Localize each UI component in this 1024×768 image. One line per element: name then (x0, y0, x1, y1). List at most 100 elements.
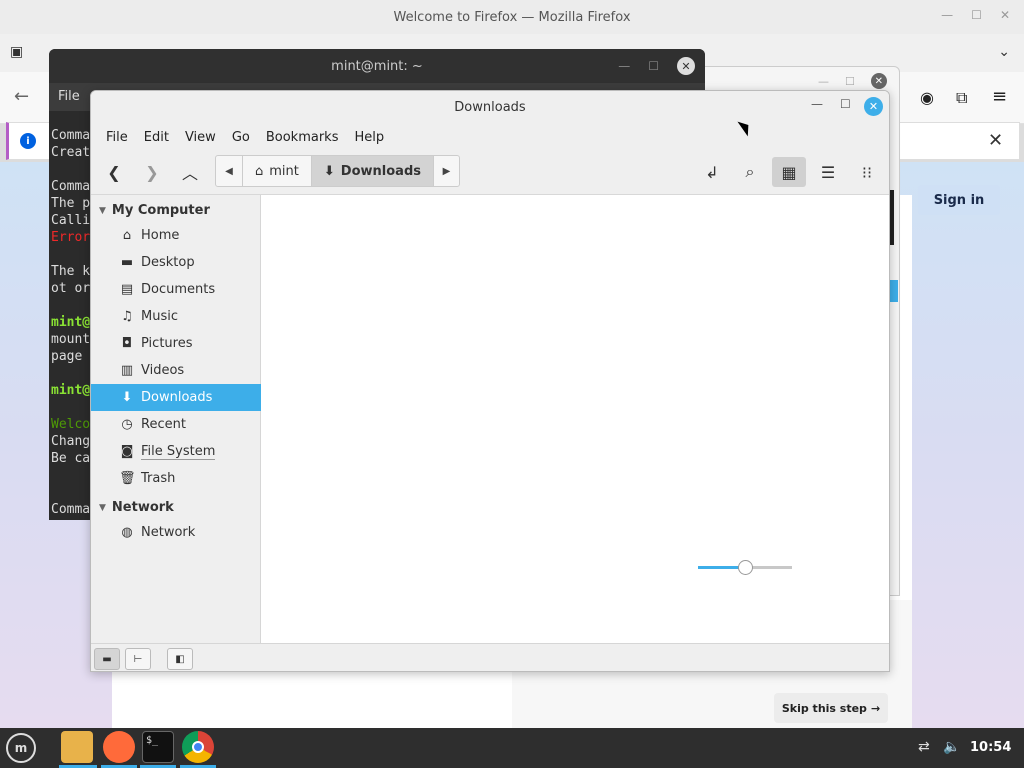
forward-button[interactable]: ❯ (135, 157, 169, 187)
sidebar-item-documents[interactable]: ▤ Documents (91, 276, 261, 303)
trash-icon: 🗑 (119, 471, 136, 486)
maximize-icon[interactable]: ☐ (971, 8, 982, 22)
firefox-window-title: Welcome to Firefox — Mozilla Firefox (393, 9, 631, 25)
terminal-title: mint@mint: ~ (331, 58, 423, 74)
menu-edit[interactable]: Edit (136, 130, 177, 145)
breadcrumb-downloads[interactable]: ⬇ Downloads (310, 156, 433, 186)
show-places-button[interactable]: ▬ (94, 648, 120, 670)
terminal-output: Comma Creat Comma The p Calli Error The k ot … (51, 127, 90, 518)
toggle-location-button[interactable]: ↲ (695, 157, 729, 187)
files-taskbar-icon[interactable] (61, 731, 93, 763)
menubar: File Edit View Go Bookmarks Help (91, 123, 889, 151)
menu-file[interactable]: File (98, 130, 136, 145)
network-disconnected-icon[interactable]: ⇄ (918, 739, 930, 755)
sidebar-item-label: Videos (141, 363, 185, 378)
sidebar-item-label: Recent (141, 417, 186, 432)
terminal-line: mint@ (51, 383, 91, 398)
sidebar-item-music[interactable]: ♫ Music (91, 303, 261, 330)
tab-overview-icon[interactable]: ▣ (10, 44, 32, 66)
terminal-line: Comma (51, 502, 91, 517)
minimize-icon[interactable]: — (811, 97, 823, 111)
terminal-line: Chang (51, 434, 91, 449)
minimize-icon[interactable]: — (618, 59, 630, 73)
back-arrow-icon[interactable]: ← (14, 86, 29, 107)
menu-bookmarks[interactable]: Bookmarks (258, 130, 347, 145)
hide-sidebar-button[interactable]: ◧ (167, 648, 193, 670)
zoom-slider-handle[interactable] (738, 560, 753, 575)
triangle-down-icon: ▼ (99, 502, 106, 513)
compact-view-button[interactable]: ⁝⁝ (850, 157, 884, 187)
tree-icon: ⊢ (133, 653, 143, 665)
close-icon[interactable]: ✕ (870, 73, 887, 89)
skip-step-button[interactable]: Skip this step → (774, 693, 888, 723)
sidebar-item-desktop[interactable]: ▬ Desktop (91, 249, 261, 276)
search-button[interactable]: ⌕ (733, 157, 767, 187)
file-manager-window: Downloads — ☐ ✕ File Edit View Go Bookma… (90, 90, 890, 672)
chevron-right-icon: ❯ (145, 162, 159, 182)
window-title: Downloads (454, 99, 526, 115)
chromium-center-icon (192, 741, 204, 753)
terminal-line: The p (51, 196, 91, 211)
terminal-line: mount (51, 332, 91, 347)
terminal-line: Welco (51, 417, 91, 432)
menu-go[interactable]: Go (224, 130, 258, 145)
sidebar-item-videos[interactable]: ▥ Videos (91, 357, 261, 384)
info-icon: i (20, 133, 36, 149)
breadcrumb-left-arrow[interactable]: ◀ (216, 156, 242, 186)
sidebar-item-recent[interactable]: ◷ Recent (91, 411, 261, 438)
sidebar-item-file-system[interactable]: ◙ File System (91, 438, 261, 465)
breadcrumb-label: mint (269, 163, 299, 179)
maximize-icon[interactable]: ☐ (845, 75, 855, 88)
file-view[interactable] (261, 195, 889, 643)
terminal-taskbar-icon[interactable]: $_ (142, 731, 174, 763)
close-icon[interactable]: ✕ (864, 97, 883, 116)
arrow-right-icon: → (870, 701, 881, 715)
terminal-line: mint@ (51, 315, 91, 330)
folder-icon: ▬ (102, 653, 112, 665)
volume-icon[interactable]: 🔈 (943, 739, 960, 755)
maximize-icon[interactable]: ☐ (840, 97, 851, 111)
menu-view[interactable]: View (177, 130, 224, 145)
zoom-slider[interactable] (698, 560, 792, 575)
maximize-icon[interactable]: ☐ (648, 59, 659, 73)
up-button[interactable]: ︿ (173, 157, 207, 187)
sidebar-item-pictures[interactable]: ◘ Pictures (91, 330, 261, 357)
sign-in-button[interactable]: Sign in (918, 185, 1000, 215)
terminal-line: Comma (51, 128, 91, 143)
triangle-down-icon: ▼ (99, 205, 106, 216)
sidebar-item-network[interactable]: ◍ Network (91, 519, 261, 546)
back-button[interactable]: ❮ (97, 157, 131, 187)
sidebar-item-trash[interactable]: 🗑 Trash (91, 465, 261, 492)
extensions-icon[interactable]: ⧉ (956, 88, 967, 108)
breadcrumb-label: Downloads (340, 163, 421, 179)
terminal-line: Be ca (51, 451, 91, 466)
clock[interactable]: 10:54 (970, 740, 1011, 755)
firefox-taskbar-icon[interactable] (103, 731, 135, 763)
terminal-window-controls: — ☐ ✕ (618, 57, 695, 75)
breadcrumb-mint[interactable]: ⌂ mint (242, 156, 311, 186)
minimize-icon[interactable]: — (941, 8, 953, 22)
close-icon[interactable]: ✕ (1000, 8, 1010, 22)
hamburger-menu-icon[interactable]: ≡ (992, 86, 1007, 107)
terminal-line: Error (51, 230, 91, 245)
sidebar-item-downloads[interactable]: ⬇ Downloads (91, 384, 261, 411)
sidebar-item-label: Pictures (141, 336, 193, 351)
minimize-icon[interactable]: — (818, 75, 829, 88)
notification-close-icon[interactable]: ✕ (988, 130, 1003, 151)
account-icon[interactable]: ◉ (920, 88, 934, 107)
mint-menu-button[interactable]: m (6, 733, 36, 763)
menu-help[interactable]: Help (346, 130, 392, 145)
terminal-menu-file[interactable]: File (58, 89, 80, 104)
chevron-down-icon[interactable]: ⌄ (998, 44, 1010, 60)
show-treeview-button[interactable]: ⊢ (125, 648, 151, 670)
breadcrumb-right-arrow[interactable]: ▶ (433, 156, 459, 186)
list-view-button[interactable]: ☰ (811, 157, 845, 187)
globe-icon: ◍ (121, 525, 133, 540)
close-icon[interactable]: ✕ (677, 57, 695, 75)
sidebar-toggle-icon: ◧ (175, 653, 185, 665)
sidebar-item-home[interactable]: ⌂ Home (91, 222, 261, 249)
icon-view-button[interactable]: ▦ (772, 157, 806, 187)
sidebar-section-network[interactable]: ▼ Network (99, 500, 174, 515)
sidebar-section-my-computer[interactable]: ▼ My Computer (99, 203, 210, 218)
